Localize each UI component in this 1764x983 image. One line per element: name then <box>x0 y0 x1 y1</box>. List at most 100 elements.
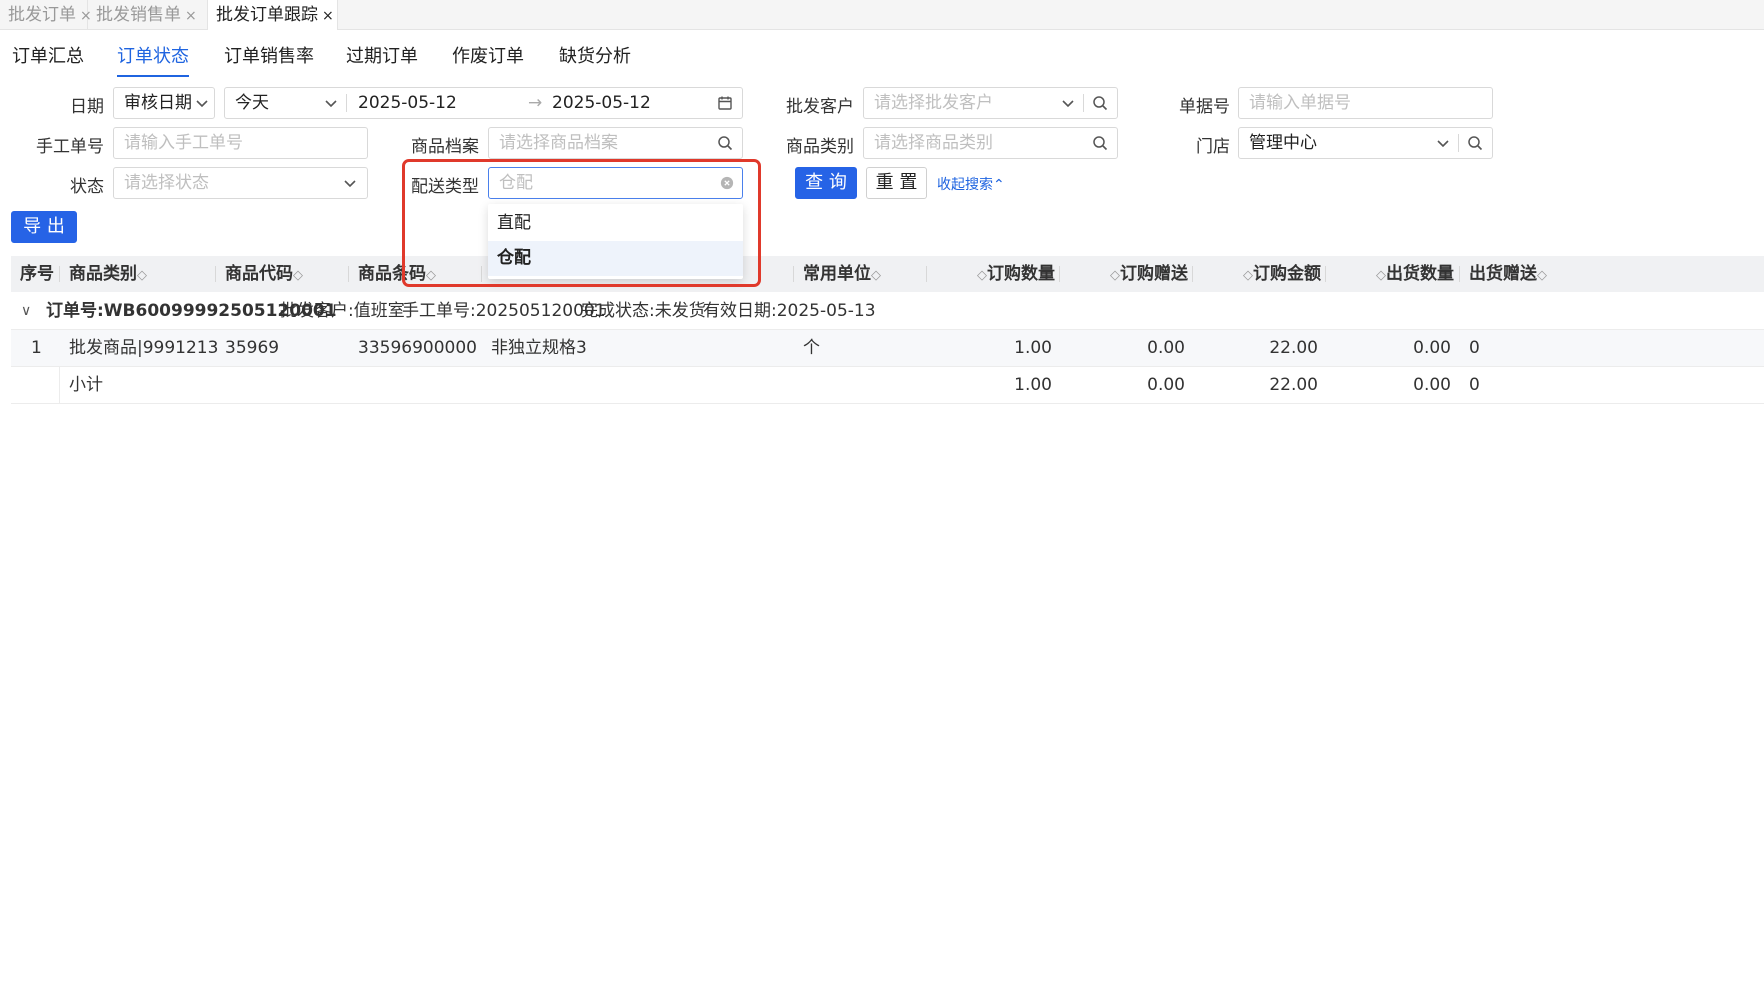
doc-no-label: 单据号 <box>1179 97 1230 117</box>
col-ship-gift-label: 出货赠送 <box>1469 264 1537 284</box>
subtotal-label: 小计 <box>69 375 103 395</box>
close-icon[interactable]: × <box>185 8 197 24</box>
range-arrow-icon: → <box>528 93 543 113</box>
column-divider <box>1059 266 1060 282</box>
column-divider <box>793 266 794 282</box>
col-unit[interactable]: 常用单位◇ <box>803 256 881 292</box>
start-date-input[interactable]: 2025-05-12 <box>358 88 457 118</box>
col-order-gift[interactable]: ◇订购赠送 <box>1110 256 1188 292</box>
chevron-up-icon: ⌃ <box>993 177 1005 193</box>
sort-icon[interactable]: ◇ <box>293 268 303 283</box>
col-ship-gift[interactable]: 出货赠送◇ <box>1469 256 1547 292</box>
col-code-label: 商品代码 <box>225 264 293 284</box>
cell-seq: 1 <box>31 338 42 358</box>
tab-order-sales-rate[interactable]: 订单销售率 <box>224 46 314 80</box>
col-order-qty-label: 订购数量 <box>987 264 1055 284</box>
divider <box>1458 134 1459 152</box>
customer-select[interactable]: 请选择批发客户 <box>863 87 1118 119</box>
tab-label: 批发销售单 <box>96 5 181 25</box>
col-unit-label: 常用单位 <box>803 264 871 284</box>
subtotal-ship-gift: 0 <box>1469 375 1480 395</box>
chevron-down-icon <box>196 100 208 108</box>
col-order-amount[interactable]: ◇订购金额 <box>1243 256 1321 292</box>
status-label: 状态 <box>70 177 104 197</box>
cell-order-amount: 22.00 <box>1269 338 1318 358</box>
col-ship-qty[interactable]: ◇出货数量 <box>1376 256 1454 292</box>
store-value: 管理中心 <box>1249 133 1317 153</box>
col-code[interactable]: 商品代码◇ <box>225 256 303 292</box>
sort-icon[interactable]: ◇ <box>1537 268 1547 283</box>
category-select[interactable]: 请选择商品类别 <box>863 127 1118 159</box>
tab-wholesale-order[interactable]: 批发订单 × <box>0 0 92 30</box>
sort-icon[interactable]: ◇ <box>871 268 881 283</box>
column-divider <box>926 266 927 282</box>
cell-code: 35969 <box>225 338 280 358</box>
date-label: 日期 <box>70 97 104 117</box>
table-header: 序号 商品类别◇ 商品代码◇ 商品条码◇ 常用单位◇ ◇订购数量 ◇订购赠送 ◇… <box>11 256 1764 292</box>
tab-order-status[interactable]: 订单状态 <box>117 46 189 80</box>
col-category[interactable]: 商品类别◇ <box>69 256 147 292</box>
reset-button[interactable]: 重 置 <box>866 167 927 199</box>
doc-no-placeholder: 请输入单据号 <box>1249 93 1351 113</box>
cell-order-gift: 0.00 <box>1147 338 1185 358</box>
col-ship-qty-label: 出货数量 <box>1386 264 1454 284</box>
customer-placeholder: 请选择批发客户 <box>874 93 993 113</box>
date-type-select[interactable]: 审核日期 <box>113 87 215 119</box>
column-divider <box>59 367 60 404</box>
tab-void-orders[interactable]: 作废订单 <box>452 46 524 80</box>
col-order-qty[interactable]: ◇订购数量 <box>977 256 1055 292</box>
search-icon[interactable] <box>1092 95 1108 111</box>
search-icon[interactable] <box>1467 135 1483 151</box>
order-valid-date: 有效日期:2025-05-13 <box>703 301 876 321</box>
sort-icon[interactable]: ◇ <box>1376 268 1386 283</box>
order-group-row[interactable]: ∨ 订单号:WB60099992505120001 批发客户:值班室 手工单号:… <box>11 292 1764 330</box>
sort-icon[interactable]: ◇ <box>1243 268 1253 283</box>
chevron-down-icon <box>1437 140 1449 148</box>
customer-label: 批发客户 <box>786 97 854 117</box>
tab-expired-orders[interactable]: 过期订单 <box>346 46 418 80</box>
column-divider <box>215 266 216 282</box>
tab-order-summary[interactable]: 订单汇总 <box>12 46 84 80</box>
manual-no-input[interactable]: 请输入手工单号 <box>113 127 368 159</box>
manual-no-placeholder: 请输入手工单号 <box>124 133 243 153</box>
category-label: 商品类别 <box>786 137 854 157</box>
date-type-value: 审核日期 <box>124 93 192 113</box>
cell-unit: 个 <box>803 338 820 358</box>
subtotal-row: 小计 1.00 0.00 22.00 0.00 0 <box>11 367 1764 404</box>
search-icon[interactable] <box>717 135 733 151</box>
subtotal-order-gift: 0.00 <box>1147 375 1185 395</box>
product-label: 商品档案 <box>411 137 479 157</box>
column-divider <box>59 266 60 282</box>
col-seq: 序号 <box>20 264 54 284</box>
search-icon[interactable] <box>1092 135 1108 151</box>
date-range-value: 今天 <box>235 93 269 113</box>
tab-order-tracking[interactable]: 批发订单跟踪 × <box>208 0 338 30</box>
end-date-input[interactable]: 2025-05-12 <box>552 88 651 118</box>
sort-icon[interactable]: ◇ <box>1110 268 1120 283</box>
subtotal-order-amount: 22.00 <box>1269 375 1318 395</box>
tab-wholesale-sales[interactable]: 批发销售单 × <box>88 0 208 30</box>
product-placeholder: 请选择商品档案 <box>499 133 618 153</box>
table-row[interactable]: 1 批发商品|9991213 35969 33596900000… 非独立规格3… <box>11 330 1764 367</box>
collapse-search-link[interactable]: 收起搜索⌃ <box>937 174 1005 194</box>
doc-no-input[interactable]: 请输入单据号 <box>1238 87 1493 119</box>
product-select[interactable]: 请选择商品档案 <box>488 127 743 159</box>
calendar-icon[interactable] <box>717 95 733 111</box>
close-icon[interactable]: × <box>322 8 334 24</box>
cell-spec: 非独立规格3 <box>491 338 587 358</box>
status-select[interactable]: 请选择状态 <box>113 167 368 199</box>
order-manual-no: 手工单号:202505120001 <box>402 301 606 321</box>
query-button[interactable]: 查 询 <box>795 167 857 199</box>
subtotal-ship-qty: 0.00 <box>1413 375 1451 395</box>
export-button[interactable]: 导 出 <box>11 211 77 243</box>
sort-icon[interactable]: ◇ <box>977 268 987 283</box>
category-placeholder: 请选择商品类别 <box>874 133 993 153</box>
date-range-picker[interactable]: 今天 2025-05-12 → 2025-05-12 <box>224 87 743 119</box>
divider <box>1083 94 1084 112</box>
collapse-toggle-icon[interactable]: ∨ <box>21 292 31 330</box>
store-label: 门店 <box>1196 137 1230 157</box>
tab-shortage-analysis[interactable]: 缺货分析 <box>559 46 631 80</box>
store-select[interactable]: 管理中心 <box>1238 127 1493 159</box>
tab-label: 批发订单 <box>8 5 76 25</box>
sort-icon[interactable]: ◇ <box>137 268 147 283</box>
